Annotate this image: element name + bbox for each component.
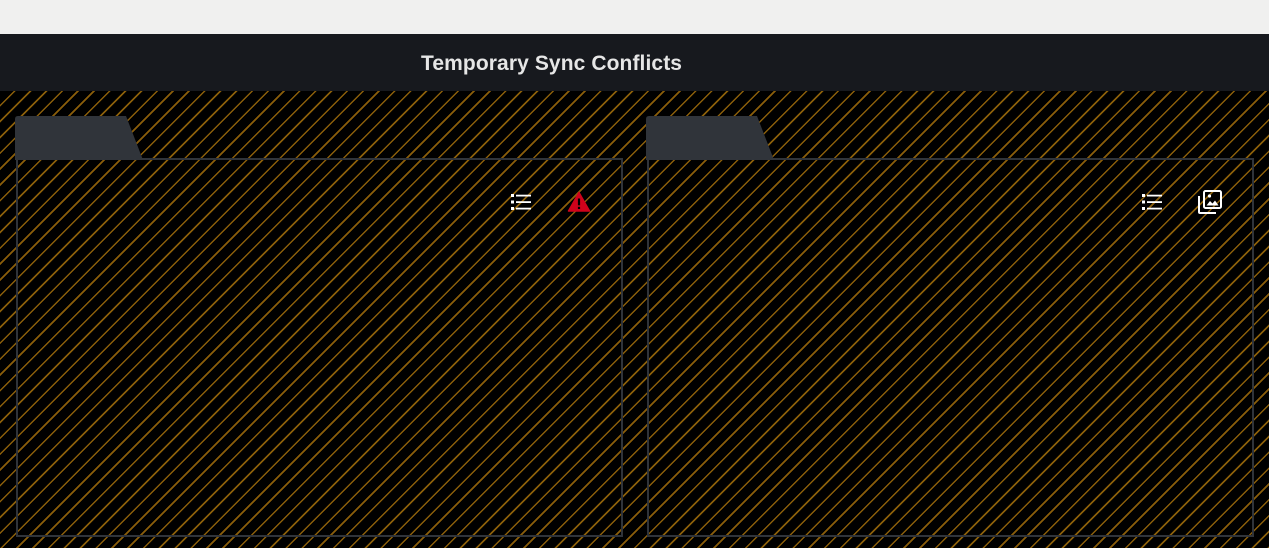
warning-icon: [567, 191, 591, 212]
list-view-button-left[interactable]: [507, 188, 535, 216]
folder-panel-left: [15, 116, 623, 539]
title-bar: Temporary Sync Conflicts: [0, 34, 1269, 91]
conflict-warning-button[interactable]: [565, 188, 593, 216]
top-bar: [0, 0, 1269, 34]
image-gallery-icon: [1198, 190, 1222, 214]
page-title: Temporary Sync Conflicts: [421, 52, 683, 75]
folder-tab-right[interactable]: [646, 116, 776, 160]
gallery-view-button[interactable]: [1196, 188, 1224, 216]
conflict-workspace: [0, 91, 1269, 548]
list-icon: [1142, 194, 1162, 210]
list-view-button-right[interactable]: [1138, 188, 1166, 216]
folder-panel-right: [646, 116, 1254, 539]
folder-tab-left[interactable]: [15, 116, 145, 160]
list-icon: [511, 194, 531, 210]
